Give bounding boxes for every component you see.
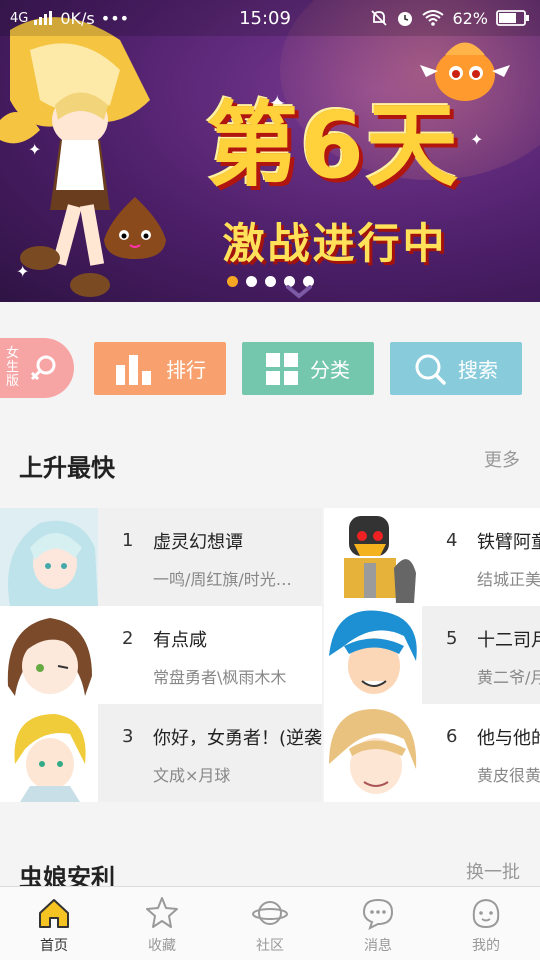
rank-item-5[interactable]: 5 十二司月 黄二爷/月: [324, 606, 540, 704]
rank-button[interactable]: 排行: [94, 342, 226, 395]
comic-title: 虚灵幻想谭: [153, 532, 243, 553]
chat-bubble-icon: [362, 898, 394, 930]
pagination-dot[interactable]: [264, 276, 276, 287]
comic-title: 铁臂阿童: [477, 532, 540, 553]
rank-number: 2: [122, 628, 134, 649]
search-button[interactable]: 搜索: [390, 342, 522, 395]
comic-author: 常盘勇者\枫雨木木: [153, 668, 287, 687]
banner-title: 第6天: [205, 92, 460, 199]
more-link[interactable]: 更多: [484, 446, 520, 472]
signal-icon: [34, 11, 53, 25]
search-icon: [415, 354, 446, 385]
banner-subtitle: 激战进行中: [222, 219, 448, 268]
girl-version-toggle[interactable]: 女生版: [0, 338, 74, 398]
home-icon: [39, 899, 69, 928]
rank-item-2[interactable]: 2 有点咸 常盘勇者\枫雨木木: [0, 606, 322, 704]
tab-home[interactable]: 首页: [0, 887, 108, 960]
sparkle-icon: ✦: [28, 140, 42, 159]
rank-item-6[interactable]: 6 他与他的 黄皮很黄: [324, 704, 540, 802]
comic-author: 黄皮很黄: [477, 766, 540, 785]
pagination-dot[interactable]: [226, 276, 238, 287]
rising-list: 1 虚灵幻想谭 一鸣/周红旗/时光… 2 有点咸 常盘勇者\枫雨木木 3 你好，…: [0, 508, 540, 804]
tab-profile[interactable]: 我的: [432, 887, 540, 960]
alarm-icon: [398, 12, 413, 26]
section-title-rising: 上升最快: [19, 454, 115, 482]
comic-author: 黄二爷/月: [477, 668, 540, 687]
tab-label: 我的: [472, 938, 500, 954]
tab-favorites[interactable]: 收藏: [108, 887, 216, 960]
grid-icon: [266, 352, 298, 385]
comic-cover: [0, 606, 98, 704]
comic-author: 结城正美: [477, 570, 540, 589]
battery-icon: [496, 10, 529, 26]
comic-title: 有点咸: [153, 630, 207, 651]
star-icon: [146, 897, 178, 928]
category-button[interactable]: 分类: [242, 342, 374, 395]
chevron-down-icon: [286, 285, 312, 299]
search-label: 搜索: [458, 358, 498, 382]
rank-number: 5: [446, 628, 458, 649]
comic-cover: [0, 508, 98, 606]
tab-label: 消息: [364, 938, 392, 954]
comic-cover: [0, 704, 98, 802]
female-symbol-icon: [30, 355, 56, 381]
rank-item-3[interactable]: 3 你好，女勇者！(逆袭 文成×月球: [0, 704, 322, 802]
promo-banner[interactable]: ✦ ✦ ✦ ✦ 第6天 激战进行中: [0, 0, 540, 302]
comic-title: 他与他的: [477, 728, 540, 749]
rank-number: 1: [122, 530, 134, 551]
pagination-dot[interactable]: [245, 276, 257, 287]
profile-icon: [472, 898, 500, 929]
battery-percent: 62%: [452, 8, 488, 28]
tab-community[interactable]: 社区: [216, 887, 324, 960]
more-notifications: •••: [100, 8, 130, 28]
tab-label: 首页: [40, 938, 68, 954]
mute-bell-icon: [371, 10, 388, 26]
comic-title: 十二司月: [477, 630, 540, 651]
network-speed: 0K/s: [60, 8, 95, 28]
category-label: 分类: [310, 358, 350, 382]
status-bar: 4G 0K/s ••• 15:09 62%: [0, 0, 540, 36]
rank-item-1[interactable]: 1 虚灵幻想谭 一鸣/周红旗/时光…: [0, 508, 322, 606]
comic-title: 你好，女勇者！(逆袭: [153, 728, 323, 749]
refresh-link[interactable]: 换一批: [466, 858, 520, 884]
rank-number: 3: [122, 726, 134, 747]
bar-chart-icon: [116, 354, 151, 385]
comic-cover: [324, 704, 422, 802]
rank-number: 6: [446, 726, 458, 747]
chestnut-mascot: [104, 197, 166, 259]
wifi-icon: [422, 10, 445, 26]
tab-messages[interactable]: 消息: [324, 887, 432, 960]
rank-label: 排行: [166, 358, 206, 382]
clock: 15:09: [239, 7, 291, 29]
rank-item-4[interactable]: 4 铁臂阿童 结城正美: [324, 508, 540, 606]
network-type: 4G: [10, 10, 29, 26]
comic-author: 文成×月球: [153, 766, 231, 785]
bottom-tab-bar: 首页 收藏 社区 消息 我的: [0, 886, 540, 960]
tab-label: 社区: [256, 938, 284, 954]
comic-cover: [324, 508, 422, 606]
girl-version-label: 女生版: [6, 346, 20, 389]
banner-pagination: [0, 276, 540, 287]
comic-author: 一鸣/周红旗/时光…: [153, 570, 292, 589]
rank-number: 4: [446, 530, 458, 551]
tab-label: 收藏: [148, 938, 176, 954]
category-row: 女生版 排行 分类 搜索: [0, 302, 540, 432]
planet-icon: [252, 901, 288, 925]
comic-cover: [324, 606, 422, 704]
